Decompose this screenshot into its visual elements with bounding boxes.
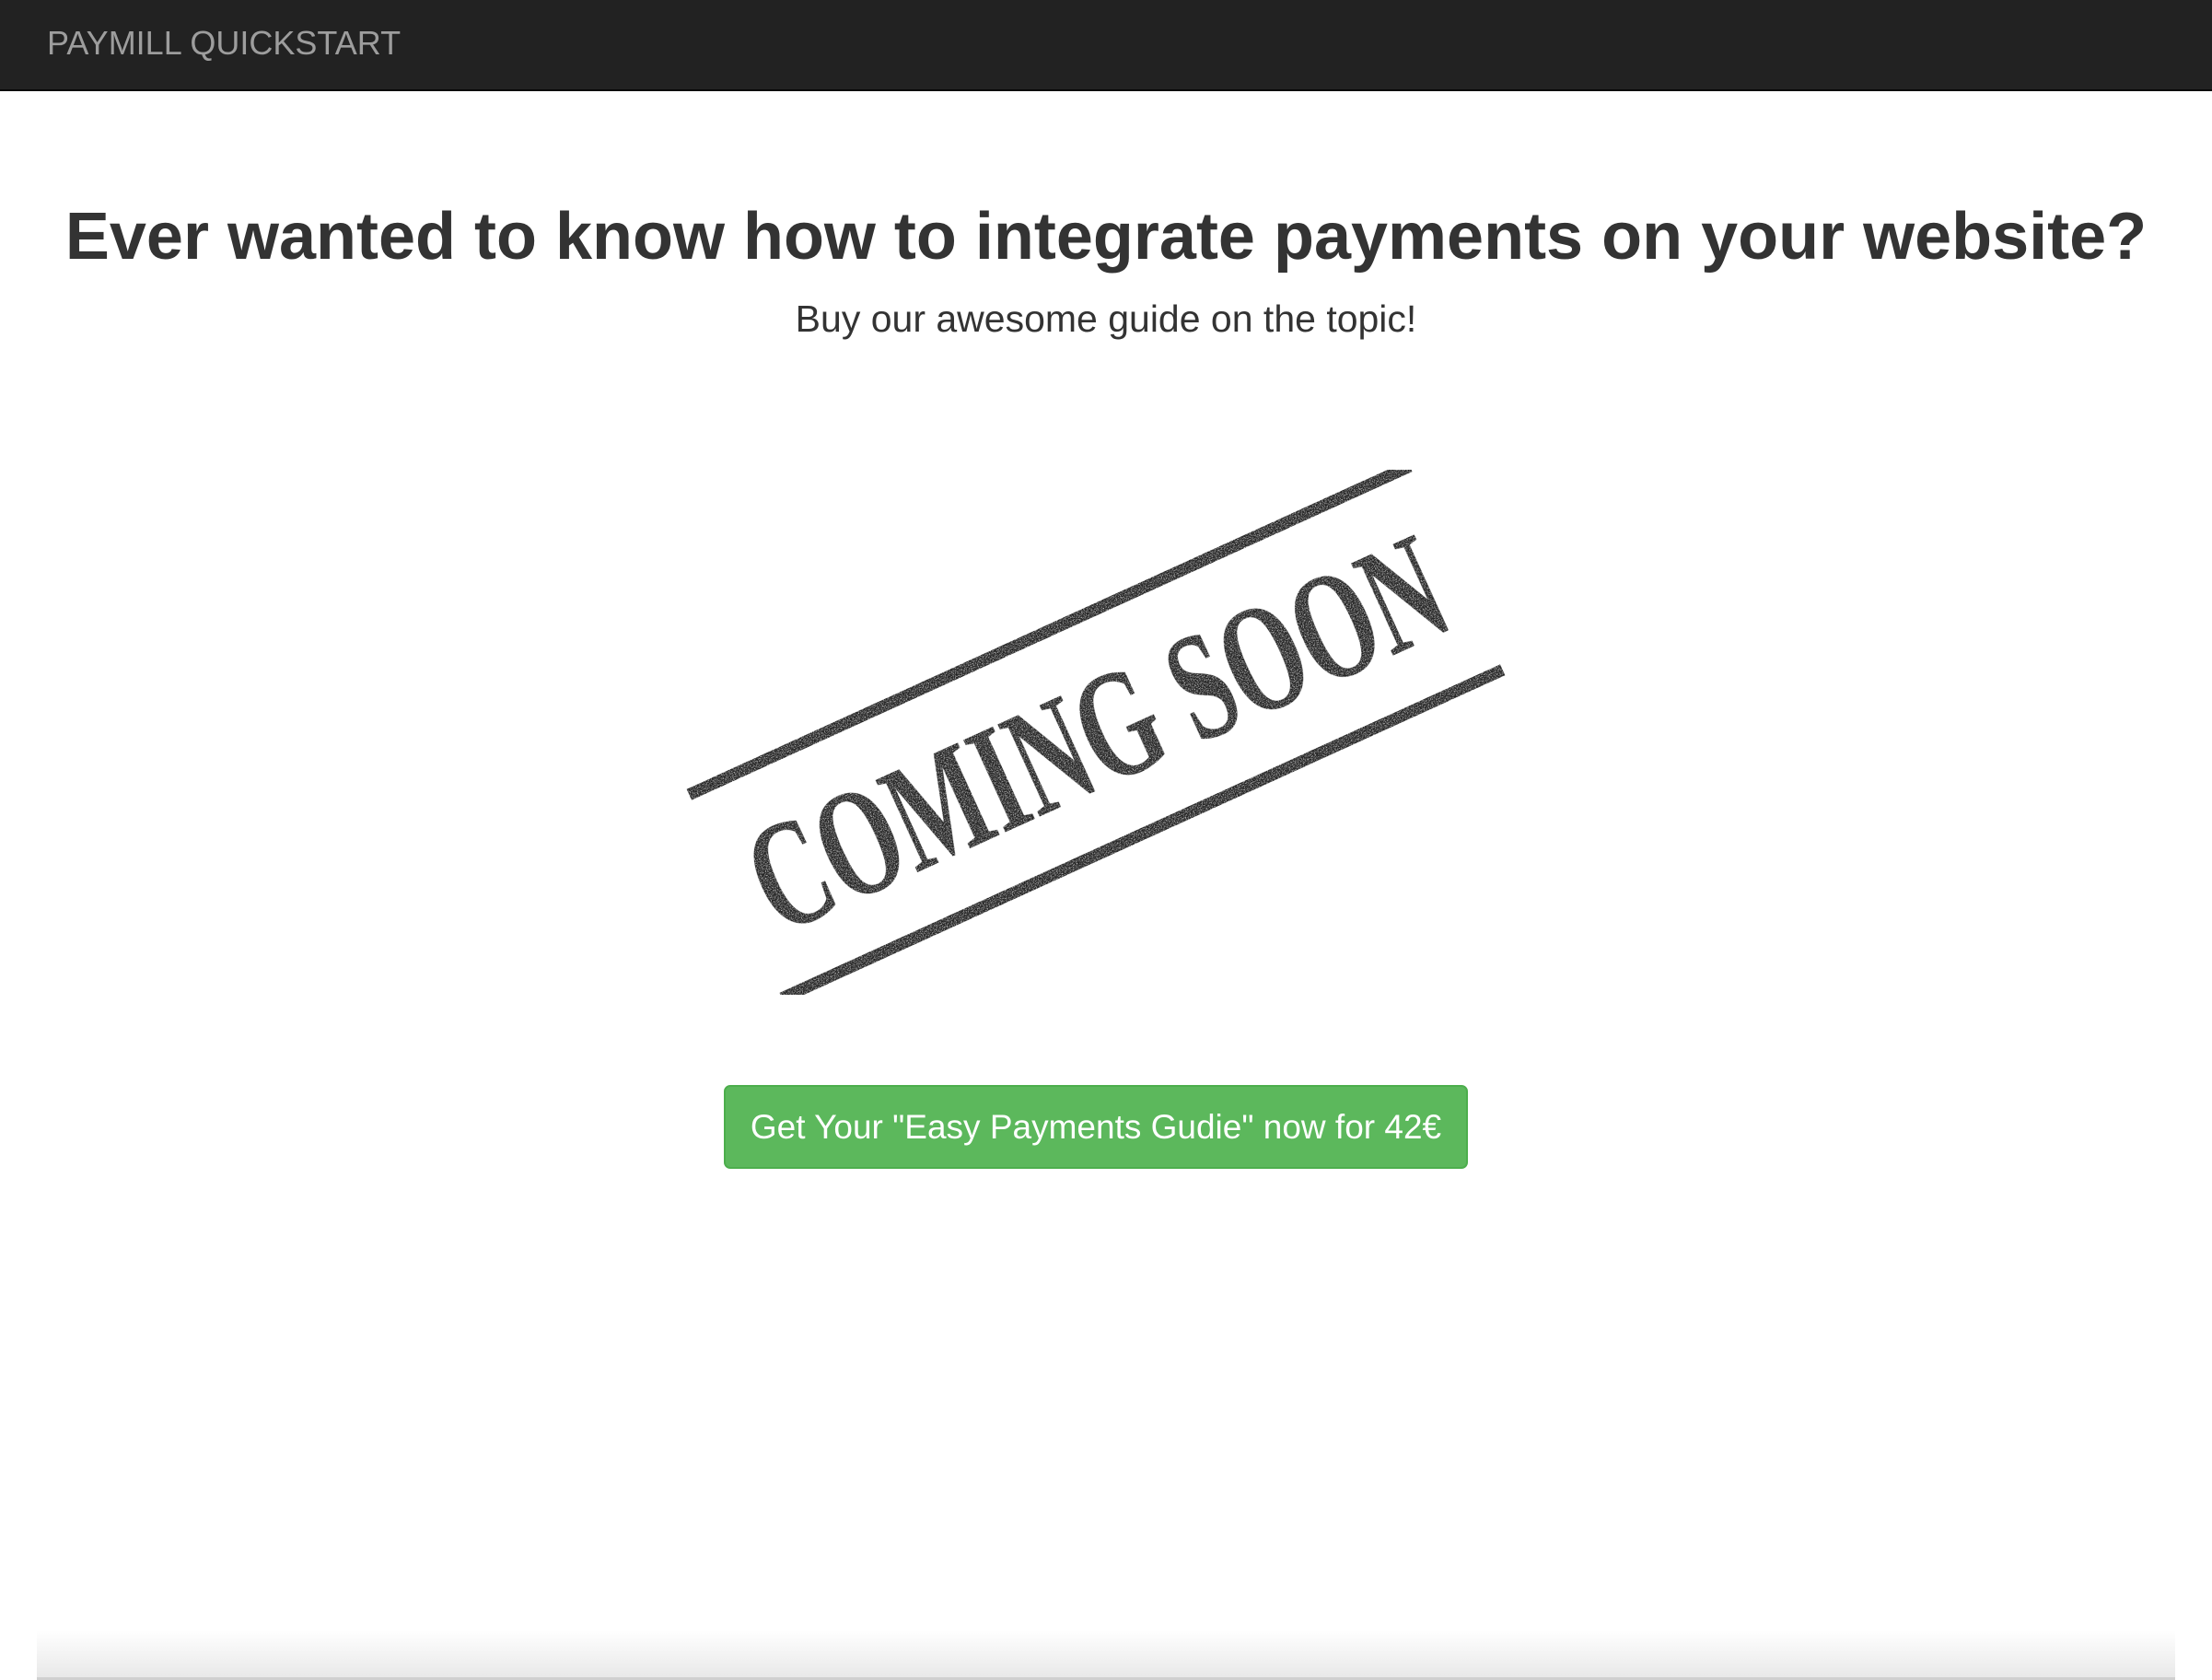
page-subtitle: Buy our awesome guide on the topic!: [795, 298, 1417, 340]
buy-guide-button[interactable]: Get Your "Easy Payments Gudie" now for 4…: [724, 1085, 1468, 1169]
coming-soon-stamp: COMING SOON: [686, 470, 1506, 995]
brand-link[interactable]: PAYMILL QUICKSTART: [47, 23, 401, 64]
bottom-panel-edge: [37, 1630, 2175, 1680]
navbar: PAYMILL QUICKSTART: [0, 0, 2212, 91]
page-title: Ever wanted to know how to integrate pay…: [64, 200, 2148, 274]
